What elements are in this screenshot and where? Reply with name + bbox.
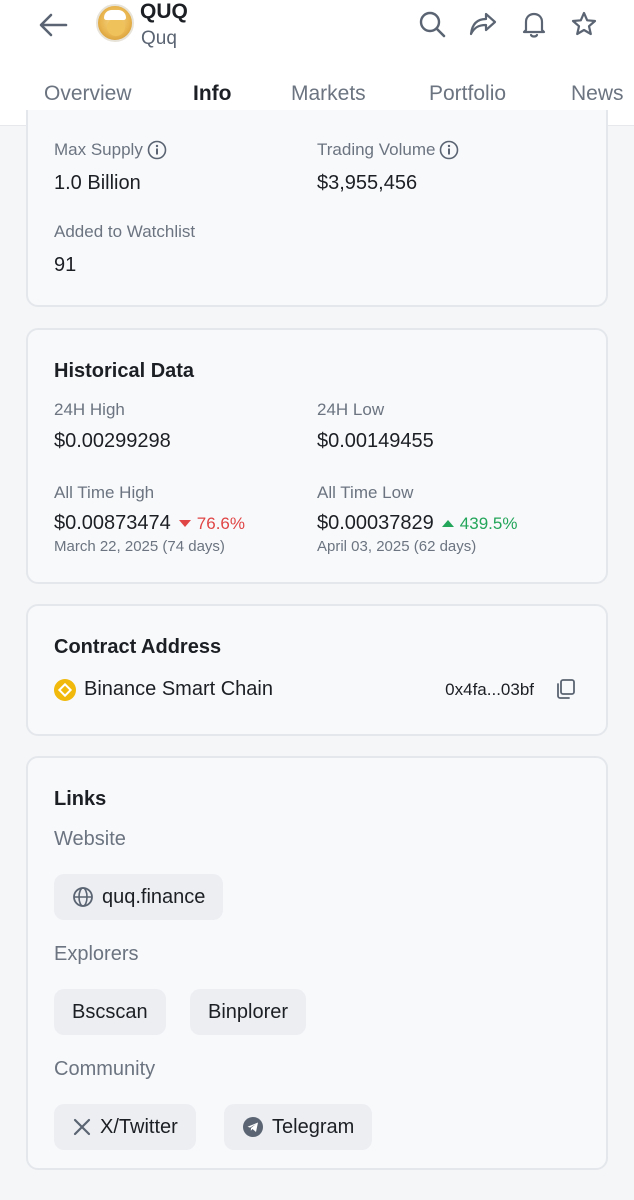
stats-card: Max Supply 1.0 Billion Trading Volume $3…: [26, 110, 608, 307]
low-24h-value: $0.00149455: [317, 430, 434, 452]
twitter-chip[interactable]: X/Twitter: [54, 1104, 196, 1150]
trading-volume-label: Trading Volume: [317, 140, 459, 160]
links-title: Links: [54, 788, 107, 810]
star-icon[interactable]: [568, 8, 600, 40]
high-24h-label: 24H High: [54, 400, 125, 419]
trading-volume-value: $3,955,456: [317, 172, 418, 194]
up-triangle-icon: [441, 520, 454, 527]
coin-info-screen: QUQ Quq Overview Info Markets Portfolio …: [0, 0, 634, 1200]
historical-data-title: Historical Data: [54, 360, 195, 382]
x-logo-icon: [73, 1118, 91, 1136]
ath-label: All Time High: [54, 483, 155, 502]
tab-news[interactable]: News: [571, 82, 624, 106]
low-24h-label: 24H Low: [317, 400, 385, 419]
search-icon[interactable]: [416, 8, 448, 40]
top-header: QUQ Quq Overview Info Markets Portfolio …: [0, 0, 634, 126]
ath-change: 76.6%: [178, 514, 245, 534]
atl-value: $0.00037829: [317, 512, 434, 534]
chain-row: Binance Smart Chain: [54, 678, 273, 701]
watchlist-label: Added to Watchlist: [54, 222, 196, 241]
info-icon[interactable]: [439, 140, 459, 160]
tab-overview[interactable]: Overview: [44, 82, 132, 106]
atl-label: All Time Low: [317, 483, 414, 502]
tab-info[interactable]: Info: [193, 82, 231, 106]
ath-row: $0.00873474 76.6%: [54, 512, 245, 535]
max-supply-value: 1.0 Billion: [54, 172, 141, 194]
down-triangle-icon: [178, 520, 191, 527]
telegram-chip[interactable]: Telegram: [224, 1104, 373, 1150]
globe-icon: [73, 887, 93, 907]
coin-symbol: QUQ: [140, 0, 188, 23]
website-label: Website: [54, 828, 126, 850]
back-arrow-icon[interactable]: [34, 6, 72, 44]
links-card: Links Website quq.finance Explorers Bscs…: [26, 756, 608, 1170]
contract-address-title: Contract Address: [54, 636, 222, 658]
tab-portfolio[interactable]: Portfolio: [429, 82, 506, 106]
tab-markets[interactable]: Markets: [291, 82, 366, 106]
bscscan-chip[interactable]: Bscscan: [54, 989, 166, 1035]
binplorer-chip[interactable]: Binplorer: [190, 989, 307, 1035]
ath-date: March 22, 2025 (74 days): [54, 538, 225, 555]
contract-address-value: 0x4fa...03bf: [445, 680, 534, 699]
explorers-label: Explorers: [54, 943, 139, 965]
max-supply-label: Max Supply: [54, 140, 167, 160]
share-icon[interactable]: [467, 8, 499, 40]
community-label: Community: [54, 1058, 156, 1080]
atl-change: 439.5%: [441, 514, 517, 534]
copy-icon[interactable]: [552, 676, 578, 702]
historical-data-card: Historical Data 24H High $0.00299298 24H…: [26, 328, 608, 584]
bell-icon[interactable]: [518, 8, 550, 40]
high-24h-value: $0.00299298: [54, 430, 171, 452]
chain-name: Binance Smart Chain: [84, 678, 273, 700]
contract-address-card: Contract Address Binance Smart Chain 0x4…: [26, 604, 608, 736]
watchlist-value: 91: [54, 254, 77, 276]
telegram-icon: [243, 1117, 263, 1137]
ath-value: $0.00873474: [54, 512, 171, 534]
website-chip[interactable]: quq.finance: [54, 874, 224, 920]
info-icon[interactable]: [147, 140, 167, 160]
atl-date: April 03, 2025 (62 days): [317, 538, 477, 555]
coin-avatar: [96, 4, 134, 42]
coin-name: Quq: [141, 28, 177, 49]
atl-row: $0.00037829 439.5%: [317, 512, 517, 535]
bnb-chain-icon: [54, 678, 76, 701]
